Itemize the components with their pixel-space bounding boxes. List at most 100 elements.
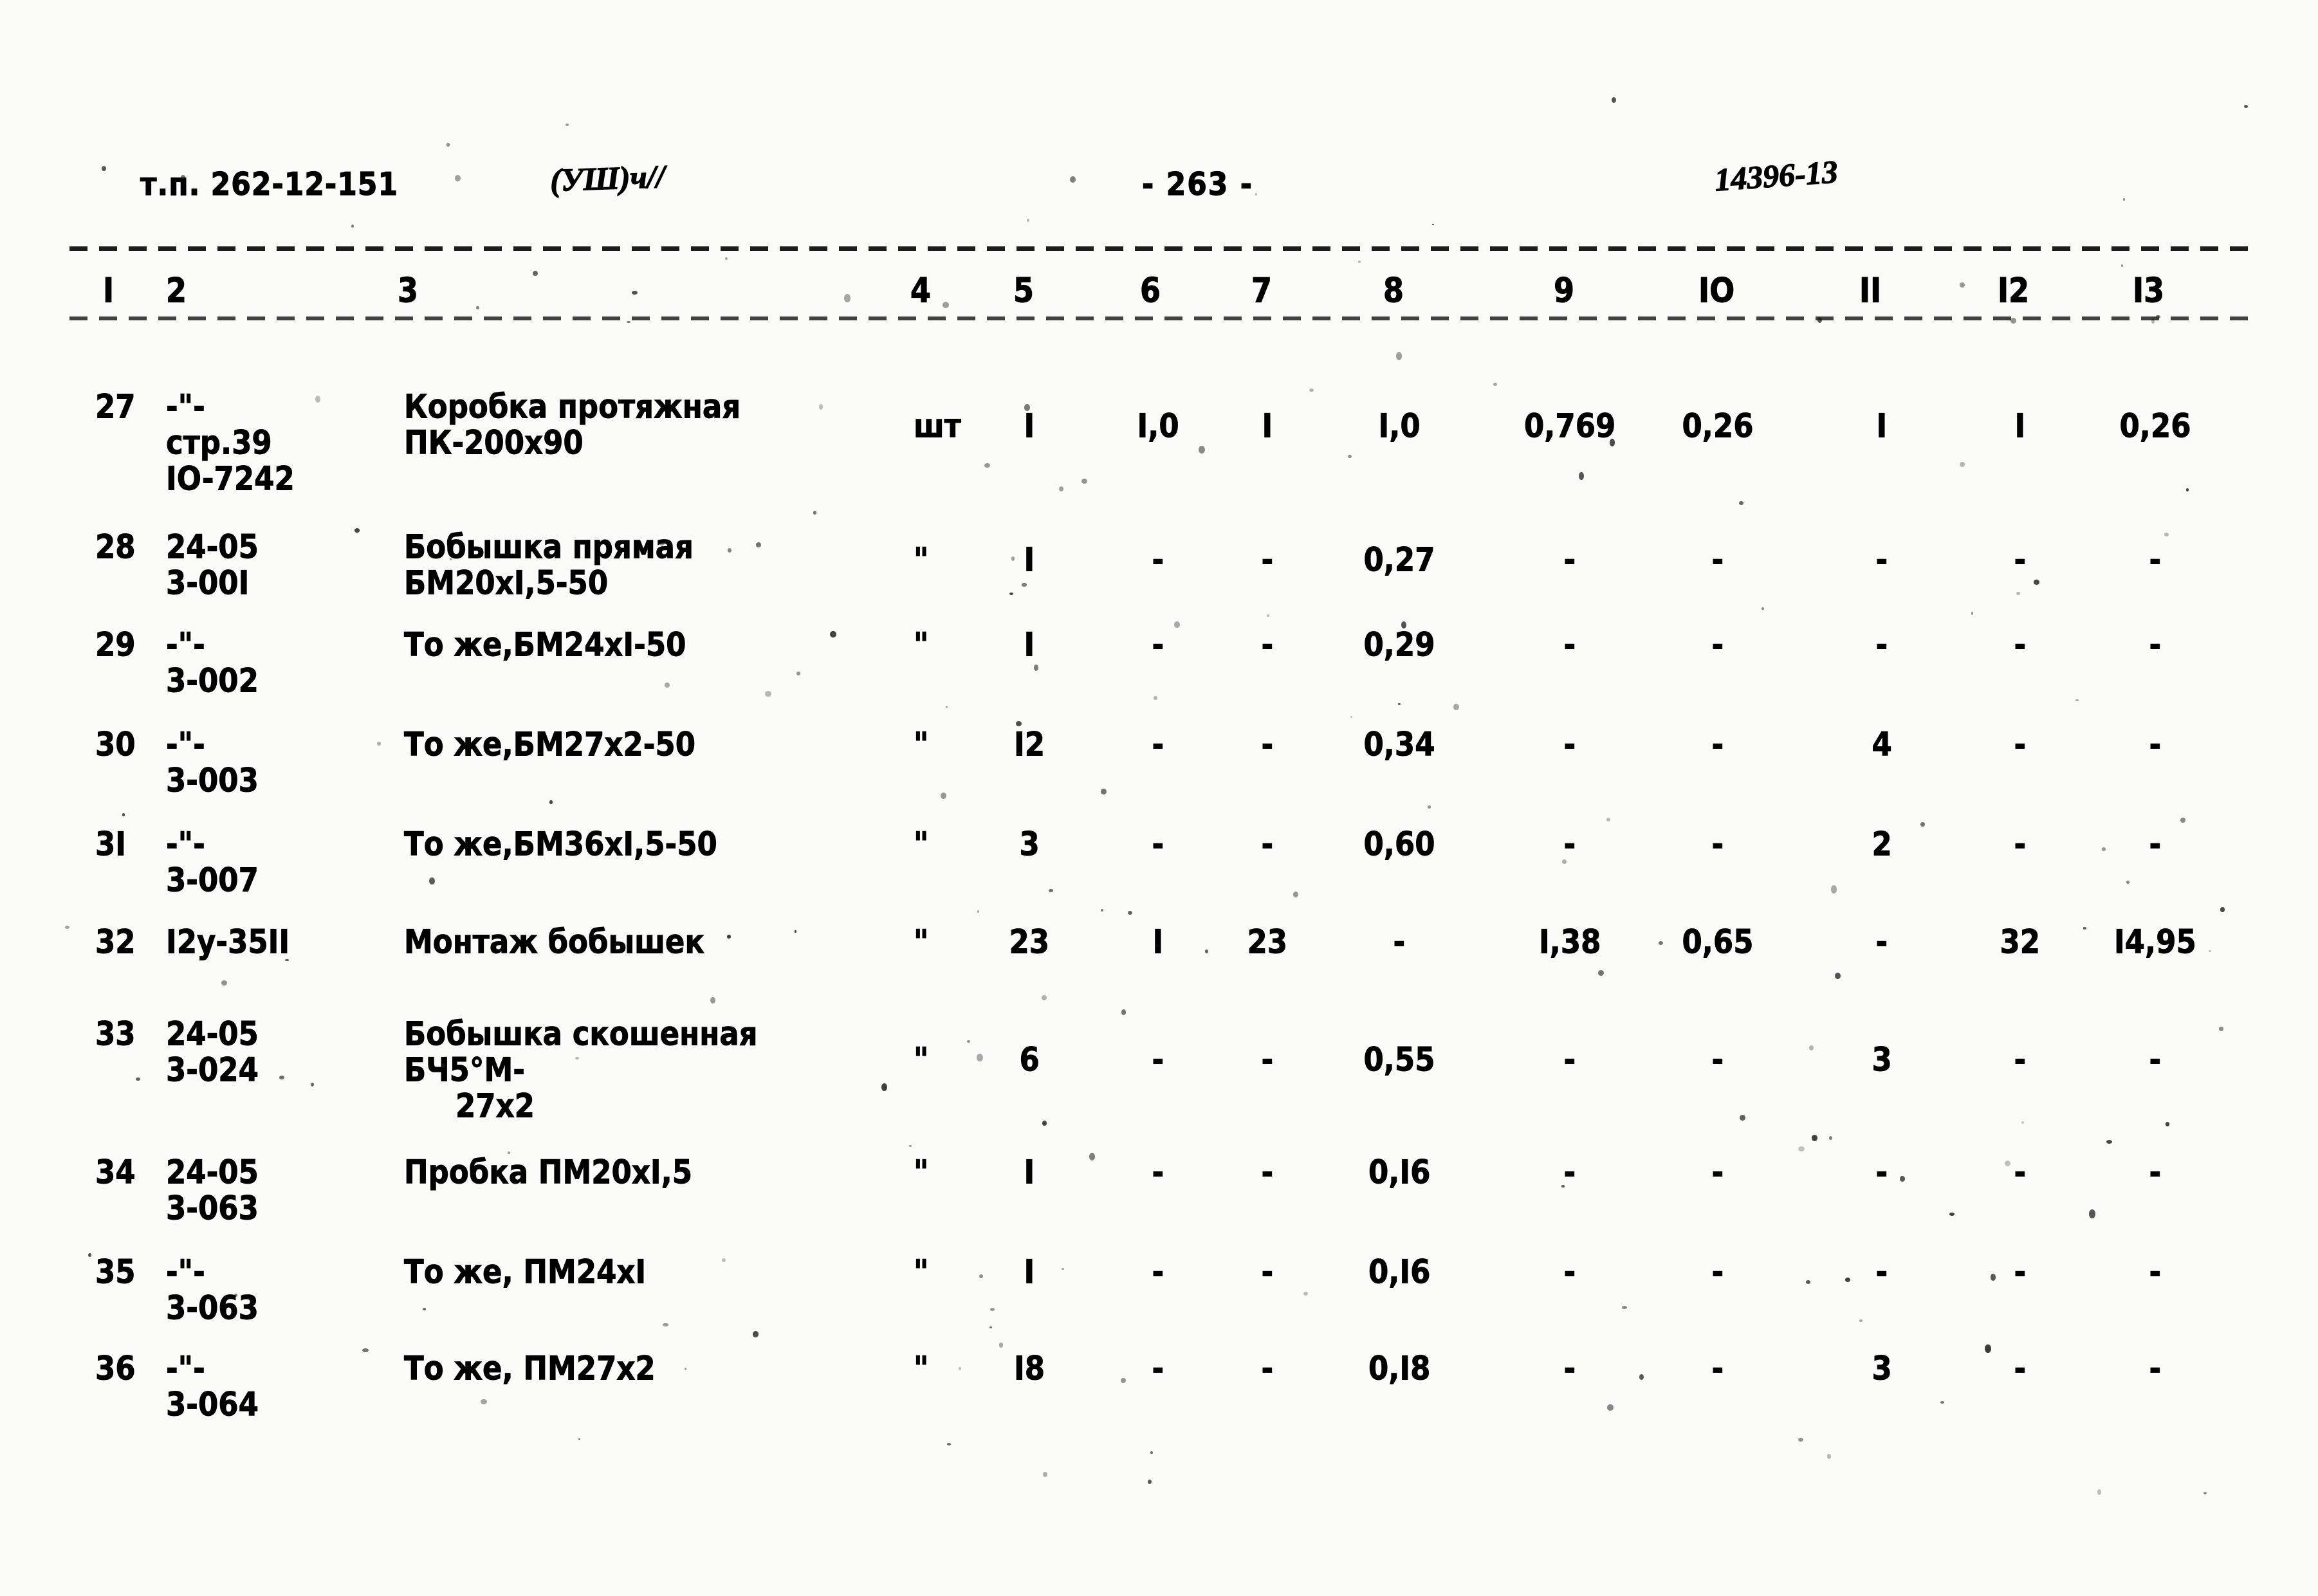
handwritten-archive-number: 14396-13 [1713,153,1839,199]
table-cell-c5: I [1024,540,1035,580]
table-cell-c6: - [1152,625,1164,665]
table-cell-c6: - [1152,825,1164,864]
table-cell-c8: 0,I6 [1368,1252,1431,1292]
table-cell-c13: 0,26 [2119,407,2191,446]
table-cell-c7: I [1262,407,1273,446]
table-cell-c11: I [1876,407,1888,446]
table-cell-code-line2: 3-063 [166,1189,259,1228]
table-row-number: 3I [95,825,127,864]
table-cell-name-line3: 27х2 [455,1087,535,1126]
table-cell-c12: - [2014,1252,2027,1292]
column-number-I3: I3 [2132,270,2165,311]
table-cell-c10: - [1711,825,1724,864]
table-cell-name-line1: То же,БМ27х2-50 [404,725,696,764]
column-number-6: 6 [1139,270,1161,311]
table-cell-code-line1: I2у-35II [166,922,290,962]
table-cell-unit: " [914,1153,929,1192]
table-cell-c12: 32 [2000,922,2041,962]
table-cell-c7: - [1261,625,1274,665]
table-cell-c6: - [1152,1040,1164,1079]
table-cell-c13: - [2149,1153,2162,1192]
table-cell-c5: 3 [1019,825,1040,864]
table-cell-c13: - [2149,1349,2162,1388]
column-number-IO: IO [1698,270,1735,311]
table-cell-unit: " [914,1349,929,1388]
table-row-number: 30 [95,725,136,764]
table-cell-code-line2: 3-024 [166,1050,259,1090]
table-cell-c7: - [1261,1252,1274,1292]
table-cell-c13: - [2149,540,2162,580]
table-cell-c12: - [2014,625,2027,665]
table-cell-c11: 3 [1872,1349,1892,1388]
table-cell-code-line2: 3-003 [166,761,259,800]
table-cell-c12: I [2014,407,2026,446]
table-row-number: 33 [95,1014,136,1054]
table-cell-c13: - [2149,625,2162,665]
table-cell-c12: - [2014,1153,2027,1192]
table-cell-c7: - [1261,540,1274,580]
handwritten-section-mark: (УШ)ч// [549,158,666,199]
table-cell-c5: I8 [1014,1349,1045,1388]
table-cell-code-line3: IO-7242 [166,459,295,499]
table-cell-c11: 4 [1872,725,1892,764]
table-cell-c12: - [2014,1040,2027,1079]
table-cell-c11: - [1875,1252,1888,1292]
table-cell-c8: 0,29 [1363,625,1435,665]
table-row-number: 27 [95,387,136,427]
table-cell-c7: - [1261,1349,1274,1388]
table-cell-c5: I [1024,1153,1035,1192]
table-cell-c9: I,38 [1539,922,1601,962]
column-number-II: II [1859,270,1882,311]
column-number-2: 2 [165,270,187,311]
table-cell-c10: 0,26 [1682,407,1754,446]
column-number-I2: I2 [1997,270,2030,311]
table-cell-c6: - [1152,540,1164,580]
table-cell-c8: 0,I6 [1368,1153,1431,1192]
table-cell-c13: - [2149,825,2162,864]
table-cell-c8: 0,60 [1363,825,1435,864]
table-cell-c8: 0,55 [1363,1040,1435,1079]
table-cell-c6: - [1152,1153,1164,1192]
column-number-7: 7 [1251,270,1273,311]
table-cell-c11: - [1875,625,1888,665]
table-cell-c9: 0,769 [1524,407,1616,446]
table-cell-c12: - [2014,725,2027,764]
table-row-number: 28 [95,527,136,567]
table-cell-unit: " [914,625,929,665]
table-cell-code-line2: 3-064 [166,1385,259,1424]
table-cell-unit: " [914,825,929,864]
table-cell-c9: - [1563,1153,1576,1192]
table-cell-c12: - [2014,825,2027,864]
table-row-number: 32 [95,922,136,962]
table-cell-c7: 23 [1247,922,1288,962]
table-cell-c13: I4,95 [2114,922,2197,962]
table-cell-code-line2: 3-002 [166,661,259,701]
table-row-number: 35 [95,1252,136,1292]
table-cell-unit: " [914,1040,929,1079]
table-cell-name-line2: ПК-200х90 [404,423,584,463]
table-cell-c11: 3 [1872,1040,1892,1079]
table-cell-unit: " [914,1252,929,1292]
table-cell-c8: - [1393,922,1406,962]
table-cell-c8: 0,27 [1363,540,1435,580]
column-number-3: 3 [397,270,419,311]
column-number-5: 5 [1013,270,1035,311]
table-cell-c6: I [1152,922,1164,962]
table-cell-c10: - [1711,625,1724,665]
table-cell-c11: 2 [1872,825,1892,864]
table-cell-c6: - [1152,1349,1164,1388]
table-row-number: 34 [95,1153,136,1192]
table-cell-name-line1: То же, ПМ27х2 [404,1349,656,1388]
column-number-4: 4 [910,270,932,311]
table-cell-unit: шт [914,407,962,446]
table-cell-c7: - [1261,1040,1274,1079]
table-cell-c10: - [1711,1349,1724,1388]
table-cell-code-line2: 3-00I [166,564,250,603]
table-cell-name-line1: То же,БМ24хI-50 [404,625,686,665]
table-top-rule [69,246,2250,251]
table-cell-c7: - [1261,725,1274,764]
column-number-8: 8 [1383,270,1404,311]
table-cell-c10: - [1711,1252,1724,1292]
table-cell-c6: - [1152,1252,1164,1292]
table-cell-c5: I [1024,407,1035,446]
